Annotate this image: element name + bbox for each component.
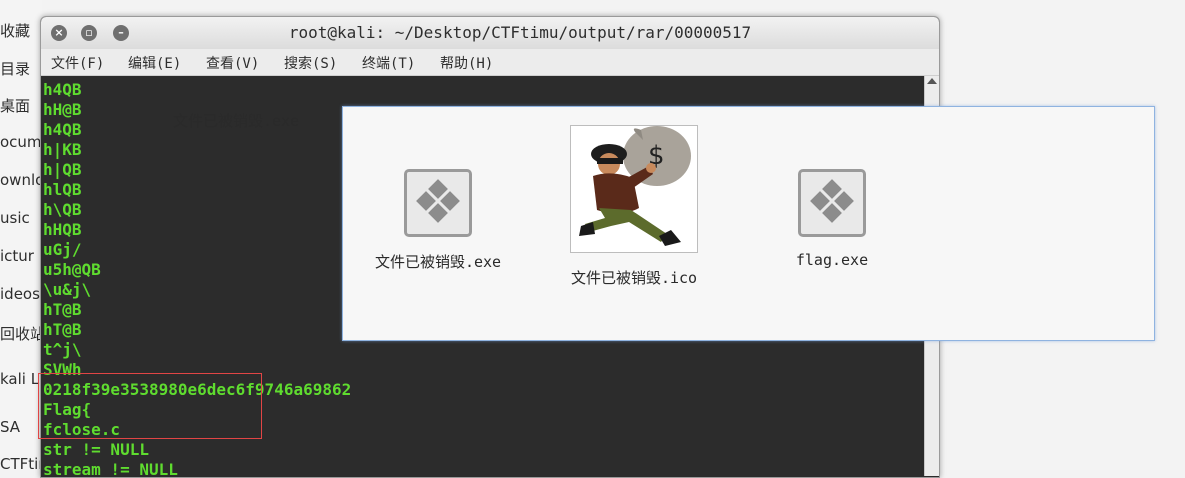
sidebar-item[interactable]: SA <box>0 418 20 436</box>
menu-help[interactable]: 帮助(H) <box>440 53 493 73</box>
menu-edit[interactable]: 编辑(E) <box>128 53 181 73</box>
sidebar-item[interactable]: 收藏 <box>0 20 30 41</box>
terminal-line: hT@B <box>43 320 82 339</box>
sidebar-item[interactable]: 桌面 <box>0 95 30 116</box>
terminal-line: hT@B <box>43 300 82 319</box>
terminal-line: hlQB <box>43 180 82 199</box>
background-sidebar: 收藏 目录 桌面 ocume ownlo usic ictur ideos 回收… <box>0 0 42 469</box>
sidebar-item[interactable]: 目录 <box>0 58 30 79</box>
terminal-line: uGj/ <box>43 240 82 259</box>
terminal-line: u5h@QB <box>43 260 101 279</box>
terminal-titlebar[interactable]: × ▫ – root@kali: ~/Desktop/CTFtimu/outpu… <box>41 17 939 49</box>
terminal-line: h|KB <box>43 140 82 159</box>
terminal-line: h4QB <box>43 120 82 139</box>
file-item[interactable]: flag.exe <box>747 125 917 269</box>
file-item[interactable]: $ 文件已被销毁.ico <box>549 125 719 288</box>
terminal-line: str != NULL <box>43 440 149 459</box>
menu-view[interactable]: 查看(V) <box>206 53 259 73</box>
file-item[interactable]: 文件已被销毁.exe <box>353 125 523 272</box>
sidebar-item[interactable]: ocume <box>0 133 42 151</box>
terminal-line: h4QB <box>43 80 82 99</box>
terminal-line: hHQB <box>43 220 82 239</box>
file-name: 文件已被销毁.ico <box>570 269 698 287</box>
sidebar-item[interactable]: kali Liv <box>0 370 42 388</box>
sidebar-item[interactable]: CTFtim <box>0 455 42 469</box>
terminal-line: h\QB <box>43 200 82 219</box>
terminal-line: hH@B <box>43 100 82 119</box>
highlight-box <box>38 373 262 439</box>
executable-icon <box>798 169 866 237</box>
sidebar-item[interactable]: ownlo <box>0 171 42 189</box>
file-name: 文件已被销毁.exe <box>374 253 502 271</box>
file-panel: 文件已被销毁.exe $ 文件已被销毁.ico flag.exe <box>342 106 1155 341</box>
sidebar-item[interactable]: ictur <box>0 247 34 265</box>
sidebar-item[interactable]: ideos <box>0 285 40 303</box>
terminal-line: \u&j\ <box>43 280 92 299</box>
executable-icon <box>404 169 472 237</box>
menu-file[interactable]: 文件(F) <box>51 53 104 73</box>
terminal-line: h|QB <box>43 160 82 179</box>
sidebar-item[interactable]: usic <box>0 209 30 227</box>
scroll-up-icon[interactable] <box>927 78 937 84</box>
menu-search[interactable]: 搜索(S) <box>284 53 337 73</box>
background-file-label: 文件已被销毁.exe <box>173 112 300 130</box>
terminal-line: t^j\ <box>43 340 82 359</box>
thief-icon: $ <box>570 125 698 253</box>
window-title: root@kali: ~/Desktop/CTFtimu/output/rar/… <box>288 23 752 42</box>
menu-terminal[interactable]: 终端(T) <box>362 53 415 73</box>
menu-bar: 文件(F) 编辑(E) 查看(V) 搜索(S) 终端(T) 帮助(H) <box>41 49 939 76</box>
sidebar-item[interactable]: 回收站 <box>0 323 42 344</box>
file-name: flag.exe <box>795 251 869 269</box>
terminal-line: stream != NULL <box>43 460 178 478</box>
